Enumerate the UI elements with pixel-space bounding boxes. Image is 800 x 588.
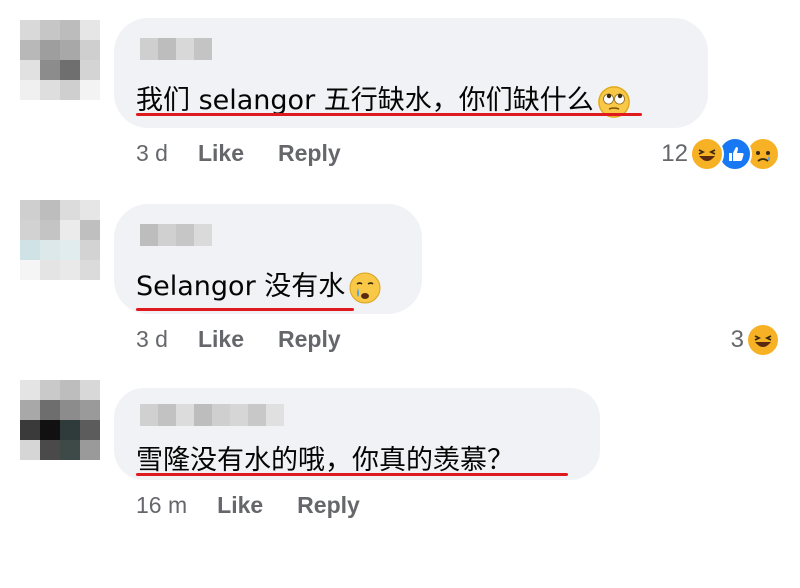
comment-text: 雪隆没有水的哦，你真的羡慕？	[136, 445, 514, 476]
red-underline	[136, 473, 568, 476]
reaction-count: 3	[730, 326, 744, 353]
comment-actions: 3 d Like Reply	[136, 326, 375, 353]
comment-bubble: 雪隆没有水的哦，你真的羡慕？	[114, 388, 600, 480]
timestamp[interactable]: 3 d	[136, 326, 168, 353]
comment-bubble: 我们 selangor 五行缺水，你们缺什么	[114, 18, 708, 128]
comment-2: Selangor 没有水 3 d Like Reply 3	[0, 190, 800, 370]
reaction-count: 12	[661, 140, 688, 167]
crying-emoji	[349, 272, 381, 304]
commenter-name[interactable]	[140, 404, 284, 426]
red-underline	[136, 308, 354, 311]
comment-1: 我们 selangor 五行缺水，你们缺什么 3 d Like Reply 12	[0, 0, 800, 190]
reaction-summary[interactable]: 12	[661, 137, 780, 171]
reply-button[interactable]: Reply	[278, 326, 341, 353]
commenter-name[interactable]	[140, 38, 212, 60]
avatar[interactable]	[20, 200, 100, 280]
comment-text: 我们 selangor 五行缺水，你们缺什么	[136, 78, 630, 118]
like-button[interactable]: Like	[217, 492, 263, 519]
comment-text: Selangor 没有水	[136, 264, 381, 304]
timestamp[interactable]: 16 m	[136, 492, 187, 519]
comment-3: 雪隆没有水的哦，你真的羡慕？ 16 m Like Reply	[0, 370, 800, 588]
avatar[interactable]	[20, 20, 100, 100]
comment-actions: 3 d Like Reply	[136, 140, 375, 167]
like-button[interactable]: Like	[198, 140, 244, 167]
haha-reaction-icon	[746, 323, 780, 357]
avatar[interactable]	[20, 380, 100, 460]
haha-reaction-icon	[690, 137, 724, 171]
reaction-summary[interactable]: 3	[731, 323, 780, 357]
reply-button[interactable]: Reply	[278, 140, 341, 167]
timestamp[interactable]: 3 d	[136, 140, 168, 167]
comment-actions: 16 m Like Reply	[136, 492, 394, 519]
reply-button[interactable]: Reply	[297, 492, 360, 519]
red-underline	[136, 113, 642, 116]
commenter-name[interactable]	[140, 224, 212, 246]
comment-bubble: Selangor 没有水	[114, 204, 422, 314]
like-button[interactable]: Like	[198, 326, 244, 353]
